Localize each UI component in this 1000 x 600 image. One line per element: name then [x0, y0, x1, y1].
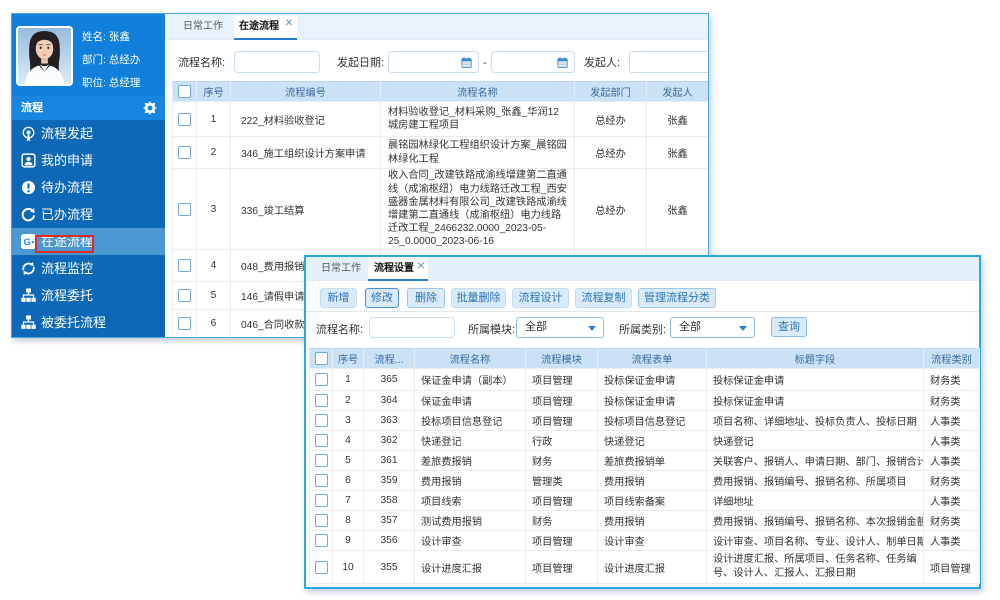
svg-text:G: G — [23, 237, 30, 247]
